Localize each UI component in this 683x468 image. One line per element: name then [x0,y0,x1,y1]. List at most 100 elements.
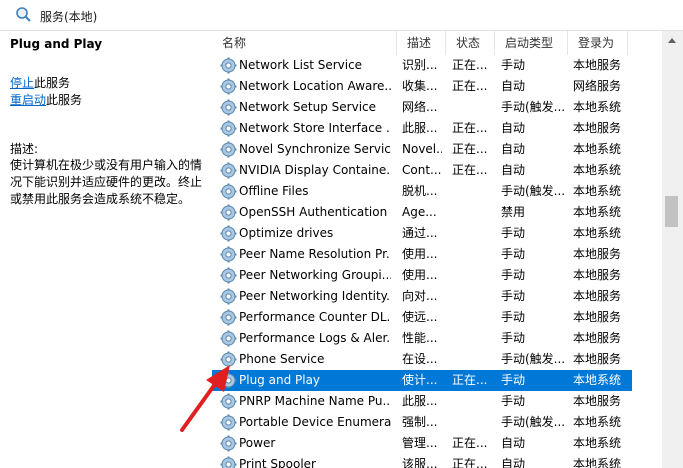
table-row[interactable]: Plug and Play 使计... 正在... 手动 本地系统 [212,370,632,391]
gear-icon [220,78,237,95]
service-startup-type: 手动 [501,310,526,324]
service-description: 使计... [402,373,438,387]
service-startup-type: 手动(触发... [501,184,566,198]
table-row[interactable]: Optimize drives 通过... 手动 本地系统 [212,223,632,244]
table-row[interactable]: Performance Logs & Aler... 性能... 手动 本地服务 [212,328,632,349]
gear-icon [220,99,237,116]
table-row[interactable]: Phone Service 在设... 手动(触发... 本地服务 [212,349,632,370]
service-description: 使用... [402,247,438,261]
service-logon-as: 本地服务 [573,352,622,366]
service-name: Network Setup Service [239,100,377,114]
column-header-name[interactable]: 名称 [212,31,397,55]
service-logon-as: 本地系统 [573,184,622,198]
service-startup-type: 自动 [501,121,526,135]
service-startup-type: 手动 [501,373,526,387]
service-startup-type: 自动 [501,457,526,468]
column-header-startup-type[interactable]: 启动类型 [495,31,568,55]
service-description: 向对... [402,289,438,303]
service-description: 该服... [402,457,438,468]
service-status [452,328,496,349]
service-status [452,97,496,118]
service-status [452,391,496,412]
service-name: Portable Device Enumera... [239,415,391,429]
table-row[interactable]: Peer Name Resolution Pr... 使用... 手动 本地服务 [212,244,632,265]
header-bar: 服务(本地) [0,0,683,31]
service-startup-type: 手动 [501,226,526,240]
scroll-thumb[interactable] [665,196,678,227]
service-description: 识别... [402,58,438,72]
page-title: 服务(本地) [40,10,98,24]
service-logon-as: 本地服务 [573,58,622,72]
table-row[interactable]: Portable Device Enumera... 强制... 手动(触发... 本… [212,412,632,433]
service-status [452,307,496,328]
service-startup-type: 手动 [501,247,526,261]
column-header-status[interactable]: 状态 [446,31,495,55]
scroll-up-arrow-icon[interactable] [662,31,683,49]
gear-icon [220,225,237,242]
table-row[interactable]: OpenSSH Authentication ... Age... 禁用 本地系统 [212,202,632,223]
column-header-logon-as[interactable]: 登录为 [568,31,628,55]
service-status [452,265,496,286]
service-name: Print Spooler [239,457,316,468]
service-startup-type: 自动 [501,436,526,450]
table-row[interactable]: Network List Service 识别... 正在... 手动 本地服务 [212,55,632,76]
service-name: OpenSSH Authentication ... [239,205,391,219]
service-logon-as: 本地系统 [573,457,622,468]
gear-icon [220,456,237,468]
service-logon-as: 本地服务 [573,268,622,282]
table-row[interactable]: Network Store Interface ... 此服... 正在... 自动 本… [212,118,632,139]
service-status [452,412,496,433]
service-startup-type: 手动(触发... [501,415,566,429]
service-name: Optimize drives [239,226,334,240]
annotation-arrow-icon [180,365,230,432]
service-status: 正在... [452,163,488,177]
service-description: 网络... [402,100,438,114]
table-row[interactable]: Network Location Aware... 收集... 正在... 自动 网络服… [212,76,632,97]
vertical-scrollbar[interactable] [662,31,683,468]
gear-icon [220,204,237,221]
table-row[interactable]: Performance Counter DL... 使远... 手动 本地服务 [212,307,632,328]
service-startup-type: 手动 [501,394,526,408]
table-row[interactable]: Offline Files 脱机... 手动(触发... 本地系统 [212,181,632,202]
service-name: Network Location Aware... [239,79,391,93]
service-name: Network Store Interface ... [239,121,391,135]
restart-service-link[interactable]: 重启动 [10,93,46,107]
service-startup-type: 自动 [501,79,526,93]
service-status [452,202,496,223]
service-status [452,223,496,244]
gear-icon [220,267,237,284]
service-startup-type: 手动(触发... [501,352,566,366]
table-row[interactable]: Print Spooler 该服... 正在... 自动 本地系统 [212,454,632,468]
service-status [452,286,496,307]
service-startup-type: 手动(触发... [501,100,566,114]
service-description: Novel... [402,142,442,156]
table-row[interactable]: Network Setup Service 网络... 手动(触发... 本地系统 [212,97,632,118]
services-list[interactable]: 名称 描述 状态 启动类型 登录为 Network List Service 识别… [212,31,683,468]
table-row[interactable]: NVIDIA Display Containe... Cont... 正在... 自动… [212,160,632,181]
service-logon-as: 网络服务 [573,79,622,93]
table-row[interactable]: Peer Networking Groupi... 使用... 手动 本地服务 [212,265,632,286]
service-logon-as: 本地服务 [573,121,622,135]
column-header-description[interactable]: 描述 [397,31,446,55]
service-logon-as: 本地系统 [573,205,622,219]
service-logon-as: 本地系统 [573,415,622,429]
gear-icon [220,162,237,179]
service-status: 正在... [452,457,488,468]
service-description: 使远... [402,310,438,324]
service-name: Peer Name Resolution Pr... [239,247,391,261]
table-row[interactable]: Peer Networking Identity... 向对... 手动 本地服务 [212,286,632,307]
service-title: Plug and Play [10,37,103,51]
service-name: Performance Counter DL... [239,310,391,324]
service-startup-type: 自动 [501,163,526,177]
table-row[interactable]: Power 管理... 正在... 自动 本地系统 [212,433,632,454]
service-name: Novel Synchronize Service [239,142,391,156]
service-status [452,181,496,202]
service-description: 在设... [402,352,438,366]
service-name: Phone Service [239,352,325,366]
table-row[interactable]: PNRP Machine Name Pu... 此服... 手动 本地服务 [212,391,632,412]
table-row[interactable]: Novel Synchronize Service Novel... 正在... 自动… [212,139,632,160]
service-description: 此服... [402,394,438,408]
stop-service-link[interactable]: 停止 [10,76,34,90]
service-logon-as: 本地系统 [573,226,622,240]
service-logon-as: 本地服务 [573,331,622,345]
